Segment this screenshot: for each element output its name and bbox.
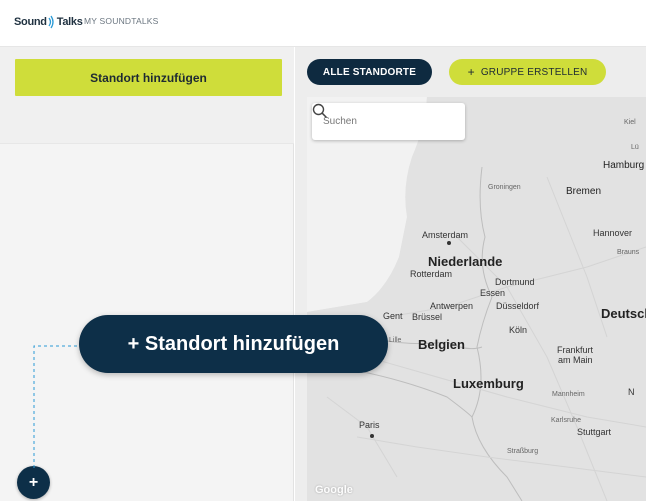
city-dot-icon <box>447 241 451 245</box>
map-label-brussel: Brüssel <box>412 312 443 322</box>
map-label-n: N <box>628 387 635 397</box>
map-view[interactable]: Suchen Kiel Lü Hamburg Groningen Bremen … <box>307 97 646 501</box>
map-label-koln: Köln <box>509 325 528 335</box>
soundtalks-logo[interactable]: Sound Talks <box>14 12 83 32</box>
nav-my-soundtalks[interactable]: MY SOUNDTALKS <box>84 16 159 26</box>
add-location-button[interactable]: Standort hinzufügen <box>15 59 282 96</box>
map-label-stuttgart: Stuttgart <box>577 427 612 437</box>
map-label-dortmund: Dortmund <box>495 277 535 287</box>
city-dot-icon <box>370 434 374 438</box>
map-label-hannover: Hannover <box>593 228 633 238</box>
map-label-lille: Lille <box>389 337 402 344</box>
map-label-bremen: Bremen <box>566 186 602 197</box>
map-label-strasbourg: Straßburg <box>507 448 539 455</box>
map-label-groningen: Groningen <box>488 184 521 191</box>
map-label-kiel: Kiel <box>624 119 636 126</box>
map-label-karlsruhe: Karlsruhe <box>551 417 581 424</box>
search-icon <box>312 103 328 119</box>
logo-text-talks: Talks <box>56 16 83 28</box>
map-label-rotterdam: Rotterdam <box>410 269 453 279</box>
map-label-deutschland: Deutsch <box>601 306 646 321</box>
google-attribution-logo[interactable]: Google <box>315 484 353 496</box>
map-label-mannheim: Mannheim <box>552 391 585 398</box>
create-group-label: GRUPPE ERSTELLEN <box>480 66 588 78</box>
map-label-amsterdam: Amsterdam <box>422 230 469 240</box>
all-locations-button[interactable]: ALLE STANDORTE <box>307 59 432 85</box>
logo-text-sound: Sound <box>14 16 47 28</box>
top-header: Sound Talks MY SOUNDTALKS <box>0 0 646 47</box>
add-location-tooltip: + Standort hinzufügen <box>79 315 388 373</box>
map-label-antwerpen: Antwerpen <box>430 301 474 311</box>
map-label-essen: Essen <box>480 288 506 298</box>
map-label-dusseldorf: Düsseldorf <box>496 301 540 311</box>
plus-icon: + <box>467 65 475 79</box>
map-label-paris: Paris <box>359 420 380 430</box>
map-label-frankfurt: Frankfurt <box>557 345 594 355</box>
sound-waves-icon <box>48 15 54 29</box>
add-floating-button[interactable]: + <box>17 466 50 499</box>
map-label-lu: Lü <box>631 144 639 151</box>
search-placeholder: Suchen <box>323 116 357 127</box>
map-label-luxemburg: Luxemburg <box>453 376 524 391</box>
sidebar-top-panel: Standort hinzufügen <box>0 47 294 144</box>
map-search-box[interactable]: Suchen <box>312 103 465 140</box>
map-label-belgien: Belgien <box>418 337 465 352</box>
main-panel: ALLE STANDORTE + GRUPPE ERSTELLEN Suchen… <box>295 47 646 501</box>
map-label-brauns: Brauns <box>617 249 640 256</box>
map-label-gent: Gent <box>383 311 403 321</box>
map-background <box>307 97 646 501</box>
create-group-button[interactable]: + GRUPPE ERSTELLEN <box>449 59 606 85</box>
map-label-hamburg: Hamburg <box>603 160 645 171</box>
app-root: Sound Talks MY SOUNDTALKS Standort hinzu… <box>0 0 646 501</box>
map-label-am-main: am Main <box>558 355 593 365</box>
map-label-niederlande: Niederlande <box>428 254 503 269</box>
